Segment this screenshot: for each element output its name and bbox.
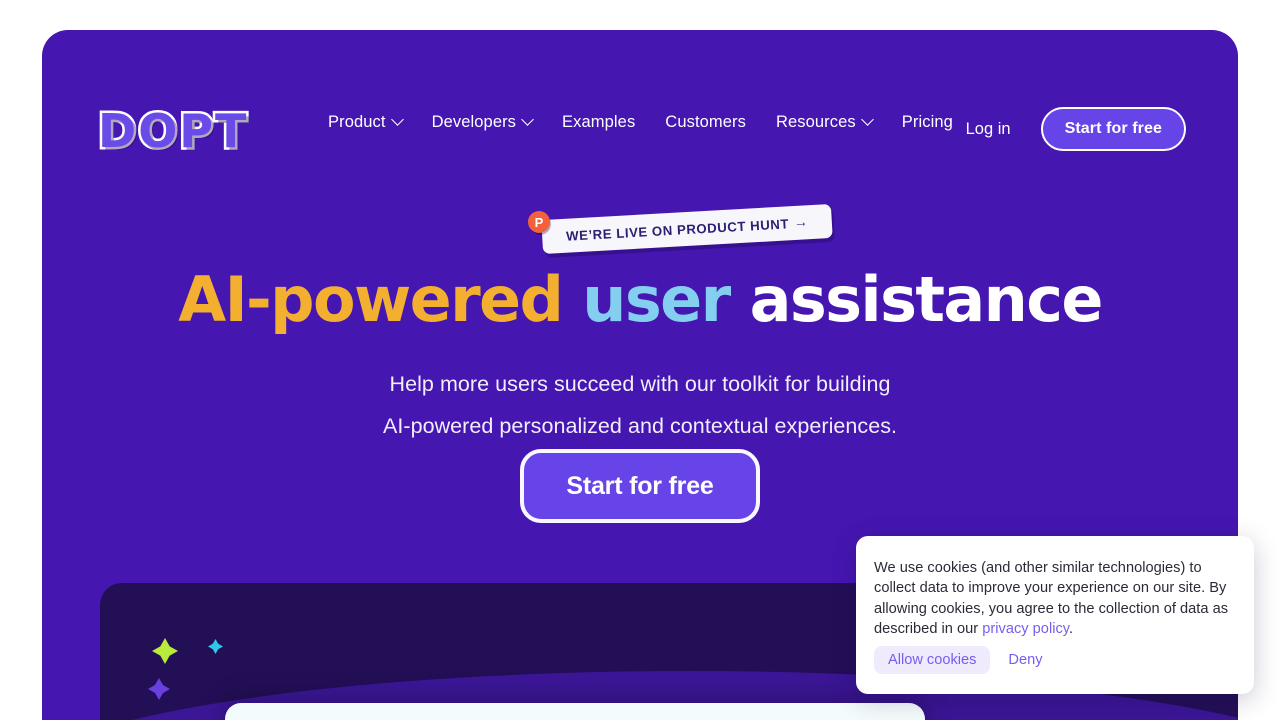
subheading-line-2: AI-powered personalized and contextual e… <box>382 414 898 438</box>
product-hunt-announcement[interactable]: P WE’RE LIVE ON PRODUCT HUNT → <box>528 203 838 256</box>
hero-start-for-free-button[interactable]: Start for free <box>520 449 760 523</box>
product-hunt-icon: P <box>528 211 550 233</box>
subheading-line-1: Help more users succeed with our toolkit… <box>389 372 891 396</box>
nav-item-label: Resources <box>775 113 856 131</box>
hero-subheading: Help more users succeed with our toolkit… <box>42 363 1238 447</box>
nav-item-label: Customers <box>665 113 746 131</box>
logo-letter-o: O <box>136 104 180 158</box>
nav-item-developers[interactable]: Developers <box>431 113 534 132</box>
main-navigation: D O P T Product Developers Examples Cust… <box>42 85 1238 158</box>
login-link[interactable]: Log in <box>960 120 1017 139</box>
green-sparkle-icon <box>152 638 178 664</box>
cyan-sparkle-icon <box>208 639 223 654</box>
deny-cookies-button[interactable]: Deny <box>1000 646 1050 674</box>
nav-item-label: Product <box>328 113 386 131</box>
nav-item-label: Pricing <box>901 113 953 131</box>
nav-links: Product Developers Examples Customers Re… <box>328 113 953 132</box>
nav-item-pricing[interactable]: Pricing <box>902 113 953 132</box>
announcement-pill[interactable]: WE’RE LIVE ON PRODUCT HUNT → <box>541 203 833 255</box>
nav-item-label: Developers <box>431 113 517 131</box>
chevron-down-icon <box>390 113 404 126</box>
illustration-window-card <box>225 703 925 720</box>
arrow-right-icon: → <box>793 213 809 231</box>
dopt-logo[interactable]: D O P T <box>95 104 274 158</box>
nav-item-customers[interactable]: Customers <box>665 113 746 132</box>
hero-headline: AI-powered user assistance <box>42 265 1238 335</box>
privacy-policy-link[interactable]: privacy policy <box>982 621 1069 637</box>
nav-item-product[interactable]: Product <box>328 113 404 132</box>
headline-part-assistance: assistance <box>749 263 1104 336</box>
logo-letter-t: T <box>212 104 248 158</box>
nav-start-for-free-button[interactable]: Start for free <box>1040 107 1186 151</box>
cookie-consent-banner: We use cookies (and other similar techno… <box>856 536 1254 694</box>
nav-actions: Log in Start for free <box>960 107 1186 151</box>
cookie-consent-text: We use cookies (and other similar techno… <box>874 558 1232 639</box>
cookie-text-period: . <box>1069 620 1074 637</box>
chevron-down-icon <box>860 113 874 126</box>
purple-sparkle-icon <box>148 678 170 700</box>
headline-part-ai-powered: AI-powered <box>178 263 564 336</box>
nav-item-label: Examples <box>562 113 636 131</box>
cookie-actions: Allow cookies Deny <box>874 646 1051 674</box>
chevron-down-icon <box>521 113 534 126</box>
logo-letter-p: P <box>177 104 216 158</box>
allow-cookies-button[interactable]: Allow cookies <box>874 646 991 674</box>
logo-letter-d: D <box>95 104 138 158</box>
nav-item-examples[interactable]: Examples <box>562 113 635 132</box>
headline-part-user: user <box>582 263 731 336</box>
nav-item-resources[interactable]: Resources <box>775 113 874 132</box>
announcement-label: WE’RE LIVE ON PRODUCT HUNT <box>565 215 790 244</box>
